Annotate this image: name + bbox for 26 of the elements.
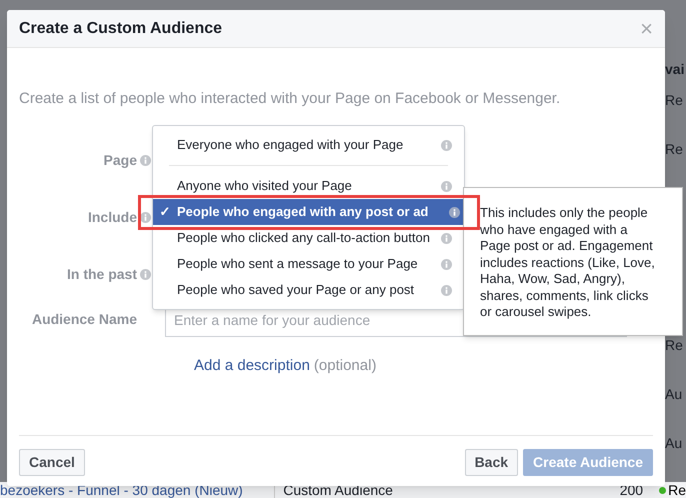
footer-button[interactable]: Cancel <box>19 449 85 476</box>
menu-item[interactable]: People who sent a message to your Page <box>153 251 464 277</box>
info-icon[interactable] <box>140 212 151 223</box>
table-cell-text: Au <box>665 385 682 404</box>
field-label: Audience Name <box>32 310 137 329</box>
optional-note: (optional) <box>314 356 376 376</box>
table-cell-text: Re <box>665 336 683 355</box>
table-cell-text: Au <box>665 434 682 453</box>
menu-item[interactable]: Everyone who engaged with your Page <box>153 132 464 158</box>
field-label: Include <box>88 208 137 227</box>
field-label: In the past <box>66 265 137 284</box>
dialog-title: Create a Custom Audience <box>19 18 222 38</box>
description-link[interactable]: Add a description <box>194 354 310 377</box>
footer-button[interactable]: Back <box>464 449 518 476</box>
menu-item[interactable]: People who clicked any call-to-action button <box>153 225 464 251</box>
tooltip: This includes only the people who have engaged with a Page post or ad. Engagement includes reactions (Like, Love, Haha, Wow, Sad, Angry), shares, comments, link clicks or carousel swipes. <box>463 187 683 336</box>
column-header: vai <box>665 63 684 79</box>
table-cell-text: Re <box>665 91 683 110</box>
table-cell-text: Re <box>665 140 683 159</box>
intro-text: Create a list of people who interacted with your Page on Facebook or Messenger. <box>19 89 562 109</box>
info-icon[interactable] <box>449 206 460 218</box>
check-icon: ✓ <box>160 204 170 220</box>
table-cell-text: Re <box>668 480 686 498</box>
menu-item[interactable]: Anyone who visited your Page <box>153 173 464 199</box>
field-label: Page <box>104 151 137 170</box>
menu-item[interactable]: People who saved your Page or any post <box>153 277 464 303</box>
